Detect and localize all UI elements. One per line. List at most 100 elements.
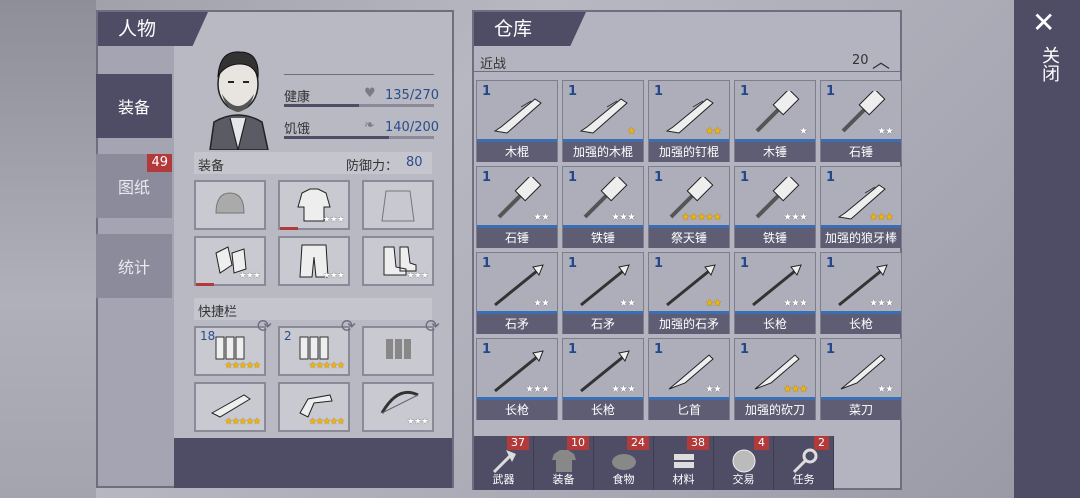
inventory-item[interactable]: 1 ★★★ 长枪: [820, 252, 902, 334]
inventory-item[interactable]: 1 ★★★ 铁锤: [734, 166, 816, 248]
tab-badge: 4: [754, 436, 769, 450]
heart-icon: ♥: [364, 86, 376, 101]
inventory-item[interactable]: 1 ★★★ 长枪: [562, 338, 644, 420]
gear-slot-boots[interactable]: ★★★: [362, 236, 434, 286]
background-left: [0, 0, 96, 498]
ammo-icon: [299, 336, 329, 360]
tab-badge: 37: [507, 436, 529, 450]
inventory-item[interactable]: 1 ★★ 匕首: [648, 338, 730, 420]
item-label: 石锤: [821, 142, 901, 162]
quickbar-label: 快捷栏: [198, 305, 238, 320]
equip-label: 装备: [198, 159, 225, 174]
warehouse-title: 仓库: [474, 12, 586, 46]
item-stars: ★★★: [869, 298, 894, 309]
item-count: 1: [568, 342, 578, 357]
swap-icon[interactable]: ⟳: [341, 316, 356, 337]
quick-slot[interactable]: 18 ★★★★★ ⟳: [194, 316, 272, 376]
close-sidebar[interactable]: ✕ 关闭: [1014, 0, 1080, 498]
quick-stars: ★★★★★: [308, 361, 345, 371]
club-icon: [579, 98, 628, 134]
item-stars: ★★: [877, 126, 894, 137]
tab-equip-label: 装备: [117, 98, 150, 117]
item-count: 1: [826, 256, 836, 271]
item-stars: ★★: [877, 384, 894, 395]
gear-slot-jacket[interactable]: ★★★: [278, 180, 350, 230]
hunger-bar: [284, 136, 434, 139]
swap-icon[interactable]: ⟳: [425, 316, 440, 337]
bottom-tab-0[interactable]: 37 武器: [474, 436, 534, 490]
gear-slot-gloves[interactable]: ★★★: [194, 236, 266, 286]
tab-label: 武器: [492, 473, 515, 486]
health-bar: [284, 104, 434, 107]
character-title: 人物: [98, 12, 208, 46]
bullets-icon: [386, 339, 411, 359]
tab-stats[interactable]: 统计: [96, 234, 172, 298]
gear-slot-helmet[interactable]: [194, 180, 266, 230]
inventory-item[interactable]: 1 ★★ 石锤: [820, 80, 902, 162]
item-label: 加强的钉棍: [649, 142, 729, 162]
inventory-item[interactable]: 1 ★★ 石矛: [562, 252, 644, 334]
inventory-item[interactable]: 1 ★★★ 长枪: [476, 338, 558, 420]
quick-slot[interactable]: ⟳: [362, 316, 440, 376]
bottom-tab-1[interactable]: 10 装备: [534, 436, 594, 490]
bottom-tab-4[interactable]: 4 交易: [714, 436, 774, 490]
bottom-tab-5[interactable]: 2 任务: [774, 436, 834, 490]
tab-label: 材料: [672, 473, 695, 486]
durability-bar: [280, 227, 298, 230]
item-count: 1: [740, 342, 750, 357]
revolver-icon: [299, 394, 333, 418]
inventory-item[interactable]: 1 ★ 木锤: [734, 80, 816, 162]
quick-slot[interactable]: 2 ★★★★★ ⟳: [278, 316, 356, 376]
defense-label: 防御力：: [346, 159, 399, 174]
shotgun-icon: [210, 394, 251, 418]
inventory-item[interactable]: 1 ★★★ 铁锤: [562, 166, 644, 248]
health-label: 健康: [284, 90, 311, 105]
inventory-item[interactable]: 1 ★★★ 加强的狼牙棒: [820, 166, 902, 248]
equip-header: 装备 防御力： 80: [194, 152, 432, 174]
tab-equip[interactable]: 装备: [96, 74, 172, 138]
gear-stars: ★★★: [322, 215, 345, 225]
close-icon[interactable]: ✕: [1032, 6, 1055, 39]
hunger-value: 140/200: [385, 120, 440, 135]
item-stars: ★★★: [611, 212, 636, 223]
bottom-tab-3[interactable]: 38 材料: [654, 436, 714, 490]
durability-bar: [196, 283, 214, 286]
inventory-item[interactable]: 1 ★★ 石锤: [476, 166, 558, 248]
swap-icon[interactable]: ⟳: [257, 316, 272, 337]
coat-icon: [381, 190, 415, 222]
item-stars: ★★★: [783, 384, 808, 395]
inventory-item[interactable]: 1 ★★ 加强的钉棍: [648, 80, 730, 162]
gear-slot-coat[interactable]: [362, 180, 434, 230]
inventory-item[interactable]: 1 ★★ 石矛: [476, 252, 558, 334]
inventory-item[interactable]: 1 ★★ 菜刀: [820, 338, 902, 420]
bottom-tab-2[interactable]: 24 食物: [594, 436, 654, 490]
item-count: 1: [826, 84, 836, 99]
inventory-item[interactable]: 1 ★★★ 长枪: [734, 252, 816, 334]
inventory-item[interactable]: 1 ★ 加强的木棍: [562, 80, 644, 162]
ammo-icon: [215, 336, 245, 360]
item-stars: ★: [799, 126, 808, 137]
close-label[interactable]: 关闭: [1036, 46, 1062, 82]
inventory-item[interactable]: 1 ★★ 加强的石矛: [648, 252, 730, 334]
blueprint-badge: 49: [147, 154, 172, 172]
item-label: 匕首: [649, 400, 729, 420]
item-count: 1: [654, 342, 664, 357]
gear-slot-pants[interactable]: ★★★: [278, 236, 350, 286]
item-count: 1: [482, 256, 492, 271]
inventory-item[interactable]: 1 ★★★ 加强的砍刀: [734, 338, 816, 420]
item-stars: ★: [627, 126, 636, 137]
item-stars: ★★: [705, 126, 722, 137]
category-header[interactable]: 近战 20 ︿: [474, 50, 900, 73]
avatar: [196, 38, 280, 151]
divider: [284, 74, 434, 75]
item-count: 1: [654, 170, 664, 185]
tab-blueprint[interactable]: 图纸 49: [96, 154, 172, 218]
quick-stars: ★★★★★: [224, 361, 261, 371]
quick-qty: 18: [200, 329, 216, 343]
quick-slot[interactable]: ★★★: [362, 382, 434, 432]
quick-slot[interactable]: ★★★★★: [194, 382, 266, 432]
inventory-item[interactable]: 1 ★★★★★ 祭天锤: [648, 166, 730, 248]
item-count: 1: [482, 84, 492, 99]
inventory-item[interactable]: 1 木棍: [476, 80, 558, 162]
quick-slot[interactable]: ★★★★★: [278, 382, 350, 432]
